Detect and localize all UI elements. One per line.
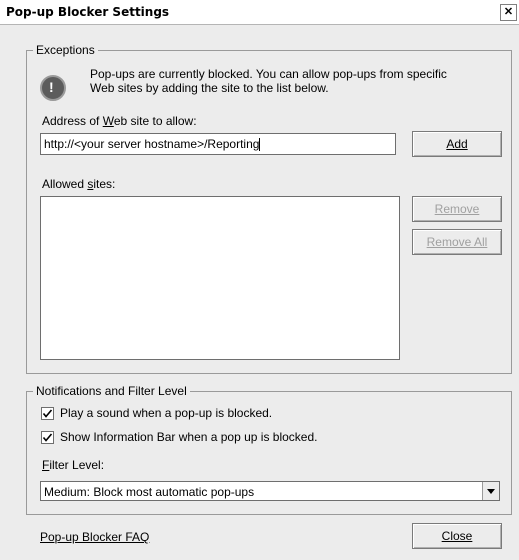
notifications-legend: Notifications and Filter Level — [33, 384, 190, 398]
filter-level-select[interactable]: Medium: Block most automatic pop-ups — [40, 481, 500, 501]
play-sound-row[interactable]: Play a sound when a pop-up is blocked. — [41, 406, 273, 421]
info-icon — [40, 75, 66, 101]
remove-button[interactable]: Remove — [412, 196, 502, 222]
show-info-bar-label: Show Information Bar when a pop up is bl… — [60, 430, 318, 444]
popup-blocker-faq-link[interactable]: Pop-up Blocker FAQ — [40, 530, 149, 544]
play-sound-label: Play a sound when a pop-up is blocked. — [60, 406, 273, 420]
window-title: Pop-up Blocker Settings — [6, 5, 170, 19]
address-label: Address of Web site to allow: — [42, 114, 197, 128]
play-sound-checkbox[interactable] — [41, 407, 54, 421]
close-button[interactable]: Close — [412, 523, 502, 549]
exceptions-legend: Exceptions — [33, 43, 98, 57]
allowed-sites-label: Allowed sites: — [42, 177, 116, 191]
add-button[interactable]: Add — [412, 131, 502, 157]
exceptions-info-text: Pop-ups are currently blocked. You can a… — [90, 67, 447, 95]
show-info-bar-checkbox[interactable] — [41, 431, 54, 445]
close-icon[interactable]: ✕ — [500, 4, 517, 21]
remove-all-button[interactable]: Remove All — [412, 229, 502, 255]
chevron-down-icon[interactable] — [482, 482, 499, 500]
title-bar: Pop-up Blocker Settings ✕ — [0, 0, 519, 25]
show-info-bar-row[interactable]: Show Information Bar when a pop up is bl… — [41, 430, 318, 445]
allowed-sites-list[interactable] — [40, 196, 400, 360]
filter-level-label: Filter Level: — [42, 458, 105, 472]
address-input[interactable]: http://<your server hostname>/Reporting — [40, 133, 396, 155]
